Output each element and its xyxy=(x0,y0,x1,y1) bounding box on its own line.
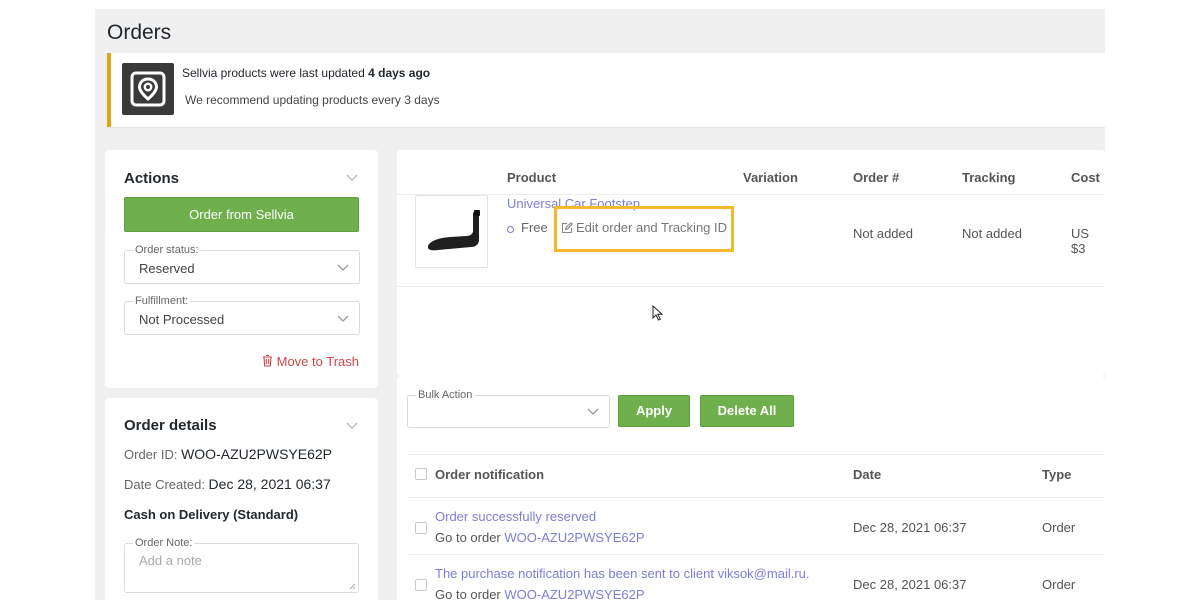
divider xyxy=(397,194,1105,195)
notice-last-updated: Sellvia products were last updated 4 day… xyxy=(182,66,431,80)
fulfillment-label: Fulfillment: xyxy=(133,295,191,308)
actions-title: Actions xyxy=(124,170,180,187)
trash-icon xyxy=(262,354,272,367)
update-notice: Sellvia products were last updated 4 day… xyxy=(107,53,1105,127)
divider xyxy=(397,286,1105,287)
bulk-action-label: Bulk Action xyxy=(416,389,475,402)
order-details-title: Order details xyxy=(124,417,217,434)
chevron-down-icon xyxy=(337,264,349,271)
move-to-trash-link[interactable]: Move to Trash xyxy=(262,353,359,369)
divider xyxy=(407,554,1105,555)
order-id-link[interactable]: WOO-AZU2PWSYE62P xyxy=(504,587,644,600)
col-order-number: Order # xyxy=(853,170,900,185)
delete-all-button[interactable]: Delete All xyxy=(700,395,794,427)
fulfillment-select[interactable]: Fulfillment: Not Processed xyxy=(124,295,360,335)
notification-type: Order xyxy=(1042,577,1076,592)
page-title: Orders xyxy=(107,21,172,44)
col-product: Product xyxy=(507,170,557,185)
highlight-box xyxy=(554,206,734,252)
products-table: Product Variation Order # Tracking Cost … xyxy=(397,150,1105,376)
go-to-order-text: Go to order WOO-AZU2PWSYE62P xyxy=(435,587,645,600)
cost-value: US $3 xyxy=(1071,226,1090,256)
order-note-input[interactable]: Order Note: Add a note xyxy=(124,537,359,593)
row-checkbox[interactable] xyxy=(415,522,427,534)
order-from-sellvia-button[interactable]: Order from Sellvia xyxy=(124,197,359,232)
order-id-row: Order ID: WOO-AZU2PWSYE62P xyxy=(124,446,332,462)
tracking-value: Not added xyxy=(962,226,1022,241)
resize-handle-icon[interactable] xyxy=(349,583,356,590)
notifications-card: Bulk Action Apply Delete All Order notif… xyxy=(397,376,1105,600)
shipping-method: Cash on Delivery (Standard) xyxy=(124,507,299,522)
bulk-action-select[interactable]: Bulk Action xyxy=(407,389,610,428)
notification-date: Dec 28, 2021 06:37 xyxy=(853,520,967,535)
row-checkbox[interactable] xyxy=(415,579,427,591)
shipping-dot-icon xyxy=(507,226,514,233)
col-date: Date xyxy=(853,467,882,482)
orders-page: Orders Sellvia products were last update… xyxy=(95,9,1105,600)
fulfillment-value: Not Processed xyxy=(139,312,225,327)
order-note-placeholder: Add a note xyxy=(139,553,202,568)
notification-title-link[interactable]: The purchase notification has been sent … xyxy=(435,566,810,581)
notification-date: Dec 28, 2021 06:37 xyxy=(853,577,967,592)
notification-type: Order xyxy=(1042,520,1076,535)
col-type: Type xyxy=(1042,467,1072,482)
col-variation: Variation xyxy=(743,170,798,185)
divider xyxy=(407,454,1105,455)
order-note-label: Order Note: xyxy=(133,537,195,550)
col-cost: Cost xyxy=(1071,170,1100,185)
notice-recommendation: We recommend updating products every 3 d… xyxy=(185,93,440,107)
date-created-row: Date Created: Dec 28, 2021 06:37 xyxy=(124,476,331,492)
chevron-down-icon[interactable] xyxy=(346,174,358,182)
col-tracking: Tracking xyxy=(962,170,1016,185)
order-status-label: Order status: xyxy=(133,244,201,257)
select-all-checkbox[interactable] xyxy=(415,468,427,480)
order-number-value: Not added xyxy=(853,226,913,241)
chevron-down-icon[interactable] xyxy=(346,422,358,430)
product-thumbnail[interactable] xyxy=(415,195,488,268)
col-order-notification: Order notification xyxy=(435,467,545,482)
order-details-card: Order details Order ID: WOO-AZU2PWSYE62P… xyxy=(105,398,378,600)
go-to-order-text: Go to order WOO-AZU2PWSYE62P xyxy=(435,530,645,545)
chevron-down-icon xyxy=(337,315,349,322)
sellvia-logo xyxy=(122,63,174,115)
order-status-select[interactable]: Order status: Reserved xyxy=(124,244,360,284)
apply-button[interactable]: Apply xyxy=(618,395,690,427)
order-id-link[interactable]: WOO-AZU2PWSYE62P xyxy=(504,530,644,545)
shipping-label: Free xyxy=(521,220,548,235)
actions-card: Actions Order from Sellvia Order status:… xyxy=(105,150,378,388)
order-status-value: Reserved xyxy=(139,261,195,276)
mouse-cursor-icon xyxy=(652,305,663,321)
divider xyxy=(407,497,1105,498)
chevron-down-icon xyxy=(587,408,599,415)
notification-title-link[interactable]: Order successfully reserved xyxy=(435,509,596,524)
